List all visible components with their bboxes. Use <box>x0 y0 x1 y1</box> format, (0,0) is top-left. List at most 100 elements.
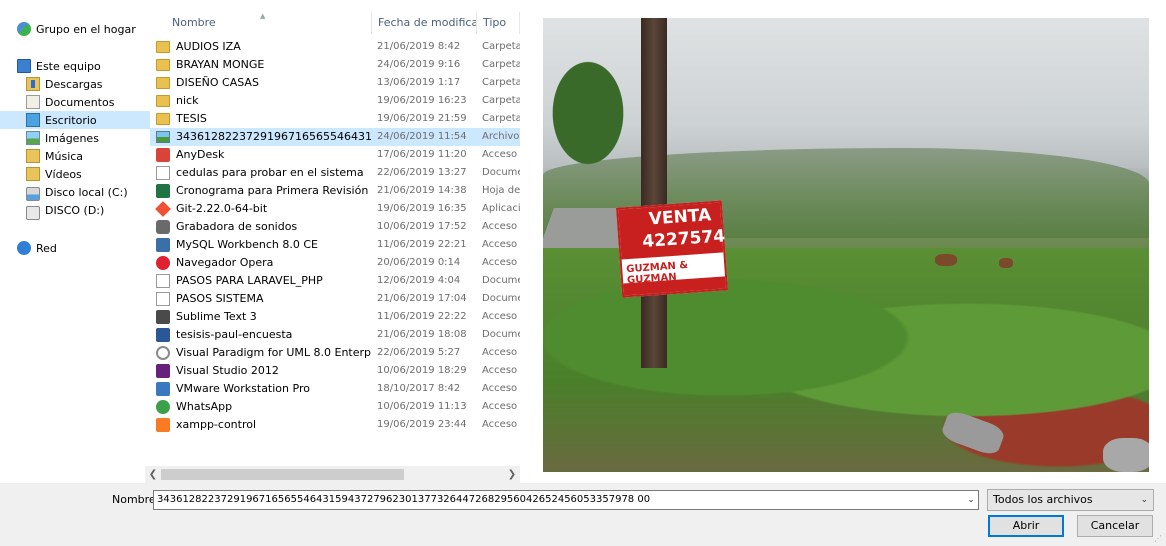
file-type: Documento <box>482 293 520 304</box>
column-header-date[interactable]: Fecha de modifica... <box>372 12 477 34</box>
file-name: Visual Studio 2012 <box>176 364 279 377</box>
image-preview: VENTA 4227574 GUZMAN & GUZMAN <box>543 18 1149 472</box>
xampp-icon <box>156 418 170 432</box>
file-row[interactable]: Sublime Text 3 11/06/2019 22:22 Acceso <box>150 308 520 326</box>
nav-item-label: DISCO (D:) <box>45 203 105 217</box>
file-type: Acceso <box>482 311 518 322</box>
preview-tree <box>543 48 633 178</box>
nav-item-disk-d[interactable]: DISCO (D:) <box>26 201 105 220</box>
file-date: 22/06/2019 13:27 <box>377 167 467 178</box>
folder-icon <box>156 77 170 89</box>
file-name: Git-2.22.0-64-bit <box>176 202 268 215</box>
file-name: tesisis-paul-encuesta <box>176 328 293 341</box>
horizontal-scrollbar[interactable]: ❮ ❯ <box>145 466 520 483</box>
file-type-filter[interactable]: Todos los archivos ⌄ <box>987 489 1154 511</box>
pictures-folder-icon <box>26 131 40 145</box>
file-row[interactable]: Grabadora de sonidos 10/06/2019 17:52 Ac… <box>150 218 520 236</box>
file-name: PASOS PARA LARAVEL_PHP <box>176 274 323 287</box>
nav-item-pictures[interactable]: Imágenes <box>26 129 99 147</box>
chevron-down-icon[interactable]: ⌄ <box>963 491 979 509</box>
file-row[interactable]: Navegador Opera 20/06/2019 0:14 Acceso <box>150 254 520 272</box>
nav-item-label: Este equipo <box>36 59 101 73</box>
desktop-folder-icon <box>26 113 40 127</box>
file-name: AUDIOS IZA <box>176 40 241 53</box>
nav-item-homegroup[interactable]: Grupo en el hogar <box>17 20 136 38</box>
file-date: 10/06/2019 11:13 <box>377 401 467 412</box>
file-date: 11/06/2019 22:21 <box>377 239 467 250</box>
file-type: Acceso <box>482 383 518 394</box>
nav-item-label: Disco local (C:) <box>45 185 128 199</box>
file-row[interactable]: nick 19/06/2019 16:23 Carpeta <box>150 92 520 110</box>
column-headers: Nombre ▲ Fecha de modifica... Tipo <box>145 12 520 34</box>
file-date: 24/06/2019 11:54 <box>377 131 467 142</box>
folder-icon <box>156 59 170 71</box>
file-row[interactable]: MySQL Workbench 8.0 CE 11/06/2019 22:21 … <box>150 236 520 254</box>
file-row[interactable]: AnyDesk 17/06/2019 11:20 Acceso <box>150 146 520 164</box>
file-row[interactable]: TESIS 19/06/2019 21:59 Carpeta <box>150 110 520 128</box>
resize-grip-icon[interactable]: ⋰ <box>1154 534 1164 544</box>
nav-item-videos[interactable]: Vídeos <box>26 165 82 183</box>
nav-item-local-disk-c[interactable]: Disco local (C:) <box>26 183 128 201</box>
sublime-text-icon <box>156 310 170 324</box>
column-header-type[interactable]: Tipo <box>477 12 520 34</box>
file-row[interactable]: AUDIOS IZA 21/06/2019 8:42 Carpeta <box>150 38 520 56</box>
file-date: 11/06/2019 22:22 <box>377 311 467 322</box>
text-document-icon <box>156 274 170 288</box>
cancel-button[interactable]: Cancelar <box>1077 515 1153 537</box>
file-row[interactable]: Visual Paradigm for UML 8.0 Enterprise E… <box>150 344 520 362</box>
file-name: BRAYAN MONGE <box>176 58 265 71</box>
column-header-name[interactable]: Nombre <box>145 12 372 34</box>
nav-item-label: Música <box>45 149 84 163</box>
file-row[interactable]: WhatsApp 10/06/2019 11:13 Acceso <box>150 398 520 416</box>
image-file-icon <box>156 131 170 143</box>
nav-item-downloads[interactable]: Descargas <box>26 75 103 93</box>
git-installer-icon <box>155 201 171 217</box>
file-name: MySQL Workbench 8.0 CE <box>176 238 318 251</box>
file-row[interactable]: Cronograma para Primera Revisión de Le..… <box>150 182 520 200</box>
file-type: Archivo <box>482 131 520 142</box>
file-type: Documento <box>482 329 520 340</box>
file-date: 10/06/2019 17:52 <box>377 221 467 232</box>
file-type: Hoja de <box>482 185 520 196</box>
open-button[interactable]: Abrir <box>988 515 1064 537</box>
file-row-selected[interactable]: 343612822372919671656554643159437279... … <box>150 128 520 146</box>
file-type: Acceso <box>482 149 518 160</box>
nav-item-documents[interactable]: Documentos <box>26 93 114 111</box>
scrollbar-thumb[interactable] <box>161 469 404 480</box>
nav-item-this-pc[interactable]: Este equipo <box>17 57 101 75</box>
computer-icon <box>17 59 31 73</box>
nav-item-network[interactable]: Red <box>17 239 57 257</box>
file-row[interactable]: Visual Studio 2012 10/06/2019 18:29 Acce… <box>150 362 520 380</box>
file-date: 12/06/2019 4:04 <box>377 275 461 286</box>
file-row[interactable]: tesisis-paul-encuesta 21/06/2019 18:08 D… <box>150 326 520 344</box>
file-name: WhatsApp <box>176 400 233 413</box>
file-row[interactable]: PASOS PARA LARAVEL_PHP 12/06/2019 4:04 D… <box>150 272 520 290</box>
scroll-right-icon[interactable]: ❯ <box>504 466 520 483</box>
file-type: Acceso <box>482 257 518 268</box>
file-row[interactable]: cedulas para probar en el sistema 22/06/… <box>150 164 520 182</box>
file-row[interactable]: xampp-control 19/06/2019 23:44 Acceso <box>150 416 520 434</box>
file-name-input[interactable]: 3436128223729196716565546431594372796230… <box>153 490 979 510</box>
file-list: Nombre ▲ Fecha de modifica... Tipo AUDIO… <box>145 0 520 486</box>
file-type: Carpeta <box>482 95 520 106</box>
nav-item-desktop[interactable]: Escritorio <box>0 111 150 129</box>
text-document-icon <box>156 166 170 180</box>
file-row[interactable]: DISEÑO CASAS 13/06/2019 1:17 Carpeta <box>150 74 520 92</box>
file-date: 19/06/2019 16:35 <box>377 203 467 214</box>
file-row[interactable]: BRAYAN MONGE 24/06/2019 9:16 Carpeta <box>150 56 520 74</box>
scroll-left-icon[interactable]: ❮ <box>145 466 161 483</box>
nav-item-music[interactable]: Música <box>26 147 83 165</box>
file-row[interactable]: PASOS SISTEMA 21/06/2019 17:04 Documento <box>150 290 520 308</box>
file-date: 21/06/2019 14:38 <box>377 185 467 196</box>
file-date: 13/06/2019 1:17 <box>377 77 461 88</box>
opera-icon <box>156 256 170 270</box>
file-date: 24/06/2019 9:16 <box>377 59 461 70</box>
preview-sale-sign: VENTA 4227574 GUZMAN & GUZMAN <box>615 200 729 298</box>
documents-folder-icon <box>26 95 40 109</box>
nav-item-label: Vídeos <box>45 167 82 181</box>
file-type: Acceso <box>482 239 518 250</box>
nav-item-label: Imágenes <box>45 131 99 145</box>
file-row[interactable]: VMware Workstation Pro 18/10/2017 8:42 A… <box>150 380 520 398</box>
file-date: 17/06/2019 11:20 <box>377 149 467 160</box>
file-row[interactable]: Git-2.22.0-64-bit 19/06/2019 16:35 Aplic… <box>150 200 520 218</box>
